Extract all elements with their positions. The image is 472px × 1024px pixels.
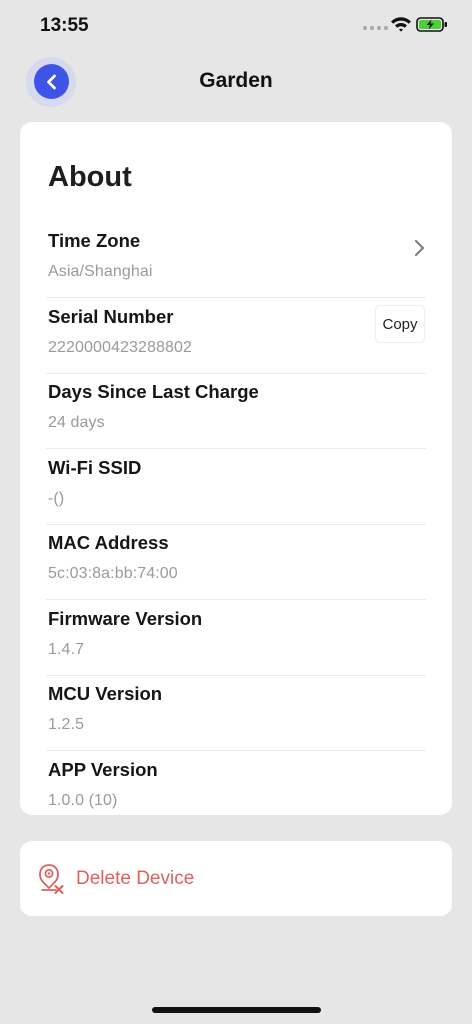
status-bar: 13:55 [0,0,472,50]
row-value: 1.2.5 [48,716,85,733]
row-app-version: APP Version 1.0.0 (10) [46,751,426,815]
row-value: -() [48,490,65,507]
row-label: Firmware Version [48,608,203,629]
row-firmware-version: Firmware Version 1.4.7 [46,600,426,676]
row-value: 1.4.7 [48,641,85,658]
battery-charging-icon [416,17,447,32]
row-serial-number: Serial Number 2220000423288802 Copy [46,298,426,374]
signal-icon [363,26,388,30]
row-mac-address: MAC Address 5c:03:8a:bb:74:00 [46,524,426,600]
row-label: Wi-Fi SSID [48,457,142,478]
home-indicator [152,1007,321,1013]
delete-device-button[interactable]: Delete Device [20,841,452,916]
delete-device-label: Delete Device [76,868,195,889]
row-days-since-last-charge: Days Since Last Charge 24 days [46,373,426,449]
row-label: APP Version [48,759,158,780]
row-time-zone[interactable]: Time Zone Asia/Shanghai [46,222,426,298]
row-value: Asia/Shanghai [48,263,153,280]
row-mcu-version: MCU Version 1.2.5 [46,675,426,751]
row-label: Days Since Last Charge [48,381,259,402]
row-value: 5c:03:8a:bb:74:00 [48,565,178,582]
copy-button[interactable]: Copy [375,305,425,343]
status-time: 13:55 [40,15,89,36]
device-delete-icon [39,864,64,894]
row-wifi-ssid: Wi-Fi SSID -() [46,449,426,525]
about-card: About Time Zone Asia/Shanghai Serial Num… [20,122,452,815]
chevron-right-icon[interactable] [412,238,426,258]
row-value: 2220000423288802 [48,339,192,356]
wifi-icon [391,17,411,32]
row-label: Time Zone [48,230,141,251]
row-label: Serial Number [48,306,174,327]
row-label: MAC Address [48,532,169,553]
row-value: 24 days [48,414,105,431]
row-value: 1.0.0 (10) [48,792,118,809]
row-label: MCU Version [48,683,163,704]
screen: 13:55 Garden About Time Zone Asia/Shangh… [0,0,472,1024]
section-title: About [48,161,132,193]
page-title: Garden [199,69,273,92]
